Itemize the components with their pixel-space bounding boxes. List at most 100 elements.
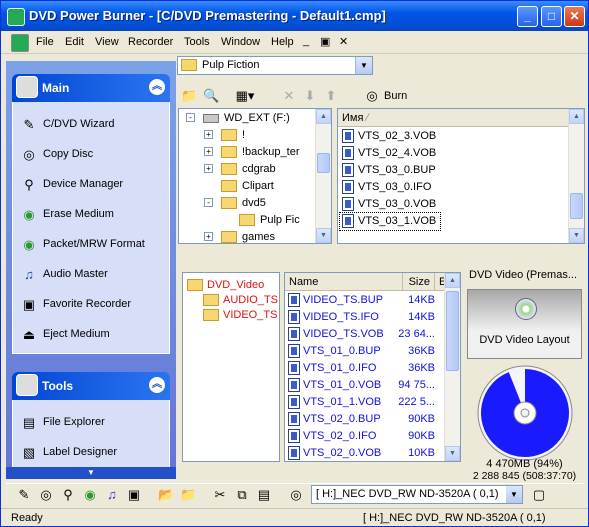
scroll-up-arrow[interactable]: ▲	[569, 109, 584, 124]
scroll-thumb[interactable]	[570, 193, 583, 219]
burn-icon[interactable]: ◎	[364, 88, 380, 104]
project-files-scrollbar[interactable]: ▲ ▼	[444, 273, 460, 461]
save-icon[interactable]: 📁	[180, 487, 196, 503]
folder-icon	[221, 197, 237, 209]
scroll-up-arrow[interactable]: ▲	[316, 109, 331, 124]
expand-icon[interactable]: +	[204, 147, 213, 156]
path-value: Pulp Fiction	[202, 59, 260, 71]
project-file-row[interactable]: VTS_01_1.VOB 222 5...	[285, 394, 445, 411]
project-file-size: 90KB	[408, 430, 435, 442]
paste-icon[interactable]: ▤	[256, 487, 272, 503]
wand-icon[interactable]: ✎	[16, 487, 32, 503]
scroll-up-arrow[interactable]: ▲	[445, 273, 460, 288]
files-scrollbar[interactable]: ▲ ▼	[568, 109, 584, 243]
column-label: Имя	[342, 112, 364, 124]
project-file-row[interactable]: VTS_02_0.IFO 90KB	[285, 428, 445, 445]
column-header-name[interactable]: Имя ⁄	[338, 109, 570, 127]
menu-view[interactable]: View	[95, 36, 119, 48]
folder-icon	[221, 146, 237, 158]
project-file-row[interactable]: VTS_02_0.BUP 90KB	[285, 411, 445, 428]
scroll-down-arrow[interactable]: ▼	[316, 228, 331, 243]
status-drive: [ H:]_NEC DVD_RW ND-3520A ( 0,1)	[363, 512, 546, 524]
file-name: VTS_03_0.IFO	[358, 181, 432, 193]
project-file-size: 94 75...	[398, 379, 435, 391]
expand-icon[interactable]: +	[204, 164, 213, 173]
mdi-minimize-button[interactable]: _	[303, 35, 309, 47]
file-row[interactable]: VTS_03_1.VOB	[339, 212, 441, 231]
project-file-row[interactable]: VTS_01_0.BUP 36KB	[285, 343, 445, 360]
scroll-thumb[interactable]	[317, 153, 330, 173]
collapse-chevron-icon[interactable]: ︽	[149, 377, 165, 393]
tools-panel-header[interactable]: Tools ︽	[12, 372, 170, 400]
copy-icon[interactable]: ⧉	[234, 487, 250, 503]
menu-window[interactable]: Window	[221, 36, 260, 48]
project-file-name: VTS_02_0.BUP	[303, 413, 381, 425]
column-header-size[interactable]: Size	[403, 273, 435, 291]
move-down-icon[interactable]: ⬇	[302, 88, 318, 104]
vob-file-icon	[288, 412, 300, 426]
project-file-row[interactable]: VIDEO_TS.IFO 14KB	[285, 309, 445, 326]
app-icon[interactable]	[7, 8, 25, 26]
dvd-video-layout-button[interactable]: DVD Video Layout	[467, 289, 582, 359]
project-file-name: VIDEO_TS.VOB	[303, 328, 384, 340]
search-icon[interactable]: 🔍	[203, 88, 219, 104]
title-bar[interactable]: DVD Power Burner - [C/DVD Premastering -…	[1, 1, 588, 31]
project-file-row[interactable]: VTS_02_0.VOB 10KB	[285, 445, 445, 461]
device-manager-icon[interactable]: ⚲	[60, 487, 76, 503]
drive-select[interactable]: [ H:]_NEC DVD_RW ND-3520A ( 0,1) ▼	[311, 485, 523, 504]
scroll-thumb[interactable]	[446, 291, 459, 371]
column-header-name[interactable]: Name	[285, 273, 403, 291]
properties-icon[interactable]: ▢	[531, 487, 547, 503]
drive-icon[interactable]: ◎	[288, 487, 304, 503]
menu-edit[interactable]: Edit	[65, 36, 84, 48]
collapse-chevron-icon[interactable]: ︽	[149, 79, 165, 95]
folder-tree: - WD_EXT (F:) +! + !backup_ter + cdgrab Clipart…	[178, 108, 332, 244]
collapse-icon[interactable]: -	[186, 113, 195, 122]
expand-icon[interactable]: +	[204, 130, 213, 139]
tree-scrollbar[interactable]: ▲ ▼	[315, 109, 331, 243]
delete-icon[interactable]: ✕	[281, 88, 297, 104]
scroll-down-arrow[interactable]: ▼	[445, 446, 460, 461]
menu-tools[interactable]: Tools	[184, 36, 210, 48]
close-button[interactable]: ✕	[564, 6, 585, 27]
menu-recorder[interactable]: Recorder	[128, 36, 173, 48]
main-panel-header[interactable]: Main ︽	[12, 74, 170, 102]
music-note-icon[interactable]: ♫	[104, 487, 120, 503]
tree-node-label: games	[242, 231, 276, 243]
burn-button[interactable]: Burn	[384, 90, 407, 102]
cut-icon[interactable]: ✂	[212, 487, 228, 503]
project-file-row[interactable]: VTS_01_0.VOB 94 75...	[285, 377, 445, 394]
recorder-icon[interactable]: ▣	[126, 487, 142, 503]
scroll-down-arrow[interactable]: ▼	[569, 228, 584, 243]
mdi-close-button[interactable]: ✕	[339, 35, 348, 48]
project-file-row[interactable]: VIDEO_TS.VOB 23 64...	[285, 326, 445, 343]
menu-help[interactable]: Help	[271, 36, 294, 48]
erase-icon[interactable]: ◉	[82, 487, 98, 503]
chevron-down-icon[interactable]: ▼	[506, 486, 522, 503]
tree-node-label: dvd5	[242, 197, 266, 209]
status-bar: Ready [ H:]_NEC DVD_RW ND-3520A ( 0,1)	[1, 508, 588, 526]
project-file-row[interactable]: VIDEO_TS.BUP 14KB	[285, 292, 445, 309]
copy-disc-icon[interactable]: ◎	[38, 487, 54, 503]
move-up-icon[interactable]: ⬆	[323, 88, 339, 104]
vob-file-icon	[288, 310, 300, 324]
mdi-restore-button[interactable]: ▣	[320, 35, 330, 48]
capacity-used: 4 470MB (94%)	[486, 458, 563, 470]
project-file-row[interactable]: VTS_01_0.IFO 36KB	[285, 360, 445, 377]
document-icon[interactable]	[11, 34, 29, 52]
vob-file-icon	[342, 146, 354, 160]
path-combo[interactable]: Pulp Fiction ▼	[177, 56, 373, 75]
view-mode-icon[interactable]: ▦▾	[234, 88, 256, 104]
sidebar-scroll-down[interactable]: ▼	[6, 467, 176, 479]
maximize-button[interactable]: □	[541, 6, 562, 27]
minimize-button[interactable]: _	[517, 6, 538, 27]
project-tree: DVD_Video AUDIO_TS VIDEO_TS	[182, 272, 280, 462]
folder-up-icon[interactable]: 📁	[181, 88, 197, 104]
tools-panel-title: Tools	[42, 379, 74, 393]
project-file-size: 36KB	[408, 345, 435, 357]
chevron-down-icon[interactable]: ▼	[355, 57, 372, 74]
menu-file[interactable]: File	[36, 36, 54, 48]
open-icon[interactable]: 📂	[158, 487, 174, 503]
expand-icon[interactable]: +	[204, 232, 213, 241]
collapse-icon[interactable]: -	[204, 198, 213, 207]
